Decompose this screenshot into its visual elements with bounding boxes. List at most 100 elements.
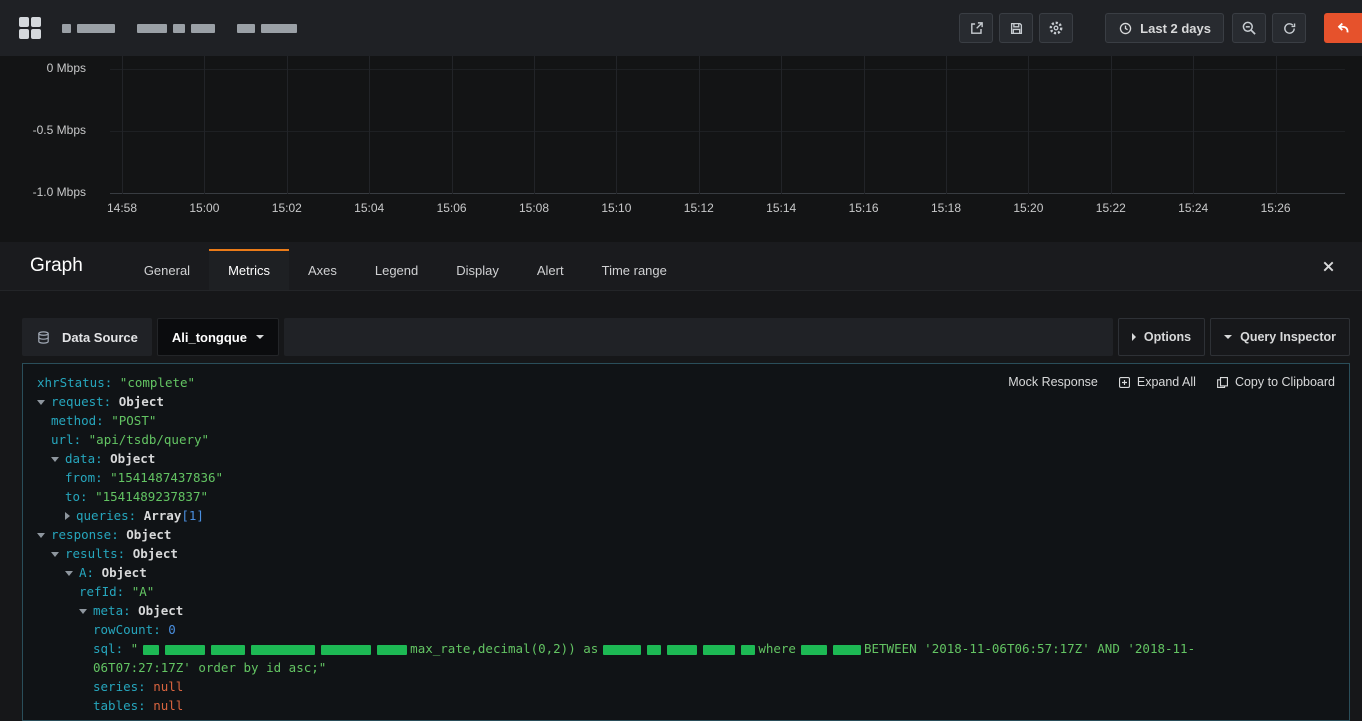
- refresh-icon: [1283, 22, 1295, 34]
- time-range-button[interactable]: Last 2 days: [1105, 13, 1224, 43]
- collapse-arrow-icon[interactable]: [79, 609, 87, 614]
- tab-alert[interactable]: Alert: [518, 249, 583, 290]
- redacted-text-group: [62, 23, 115, 33]
- options-toggle[interactable]: Options: [1117, 318, 1206, 356]
- tab-time-range[interactable]: Time range: [583, 249, 686, 290]
- json-key: to:: [65, 489, 96, 504]
- redacted-block: [62, 23, 71, 33]
- y-axis-label: -1.0 Mbps: [32, 185, 86, 199]
- x-gridline: [946, 56, 947, 194]
- grafana-app: Last 2 days 0 Mbps -0.5 Mbps -1.0 Mbps 1…: [0, 0, 1362, 721]
- refresh-button[interactable]: [1272, 13, 1306, 43]
- json-key: results:: [65, 546, 133, 561]
- settings-button[interactable]: [1039, 13, 1074, 43]
- back-to-dashboard-button[interactable]: [1324, 13, 1362, 43]
- x-axis-label: 15:06: [436, 201, 467, 215]
- expand-all-button[interactable]: Expand All: [1118, 375, 1196, 389]
- metrics-tab-content: Data Source Ali_tongque Options Query In…: [0, 291, 1362, 721]
- json-key: queries:: [76, 508, 144, 523]
- json-row-results[interactable]: results: Object: [23, 544, 1349, 563]
- expand-all-icon: [1118, 376, 1130, 388]
- json-key: data:: [65, 451, 111, 466]
- x-gridline: [534, 56, 535, 194]
- editor-header: Graph General Metrics Axes Legend Display Ale…: [0, 242, 1362, 291]
- mock-response-button[interactable]: Mock Response: [1008, 375, 1098, 389]
- json-row-request[interactable]: request: Object: [23, 392, 1349, 411]
- tab-metrics[interactable]: Metrics: [209, 249, 289, 290]
- x-axis-label: 15:22: [1095, 201, 1126, 215]
- json-key: method:: [51, 413, 112, 428]
- json-value: Object: [101, 565, 147, 580]
- json-row-queries[interactable]: queries: Array[1]: [23, 506, 1349, 525]
- redacted-block: [137, 23, 167, 33]
- collapse-arrow-icon[interactable]: [37, 533, 45, 538]
- x-axis-label: 15:12: [683, 201, 714, 215]
- json-value: BETWEEN '2018-11-06T06:57:17Z' AND '2018…: [863, 641, 1196, 656]
- redacted-sql-block: [703, 644, 736, 655]
- redacted-block: [77, 23, 115, 33]
- x-axis-label: 15:04: [354, 201, 385, 215]
- redacted-sql-block: [143, 644, 160, 655]
- json-value: null: [153, 679, 184, 694]
- datasource-label-segment: Data Source: [22, 318, 152, 356]
- collapse-arrow-icon[interactable]: [37, 400, 45, 405]
- tab-general[interactable]: General: [125, 249, 209, 290]
- collapse-arrow-icon[interactable]: [51, 552, 59, 557]
- query-inspector-toggle[interactable]: Query Inspector: [1210, 318, 1350, 356]
- tab-display[interactable]: Display: [437, 249, 518, 290]
- json-key: sql:: [93, 641, 131, 656]
- x-axis-label: 15:10: [601, 201, 632, 215]
- redacted-sql-block: [741, 644, 756, 655]
- json-key: response:: [51, 527, 127, 542]
- time-range-label: Last 2 days: [1140, 20, 1211, 36]
- x-axis-label: 15:14: [766, 201, 797, 215]
- grafana-logo-icon[interactable]: [18, 15, 44, 41]
- json-key: meta:: [93, 603, 139, 618]
- x-axis-label: 15:18: [930, 201, 962, 215]
- json-row-to: to: "1541489237837": [23, 487, 1349, 506]
- json-row-meta[interactable]: meta: Object: [23, 601, 1349, 620]
- query-row-spacer: [283, 318, 1113, 356]
- json-row-url: url: "api/tsdb/query": [23, 430, 1349, 449]
- chevron-down-icon: [255, 335, 264, 339]
- redacted-block: [237, 23, 255, 33]
- json-value: Object: [110, 451, 156, 466]
- json-row-A[interactable]: A: Object: [23, 563, 1349, 582]
- collapse-arrow-icon[interactable]: [65, 571, 73, 576]
- save-button[interactable]: [999, 13, 1034, 43]
- json-value: Array: [143, 508, 182, 523]
- graph-panel[interactable]: 0 Mbps -0.5 Mbps -1.0 Mbps 14:58 15:00 15:02 1…: [0, 56, 1362, 242]
- collapse-arrow-icon[interactable]: [51, 457, 59, 462]
- expand-arrow-icon[interactable]: [65, 512, 70, 520]
- tab-legend[interactable]: Legend: [356, 249, 437, 290]
- json-value: where: [758, 641, 796, 656]
- json-row-data[interactable]: data: Object: [23, 449, 1349, 468]
- redacted-text-group: [237, 23, 297, 33]
- datasource-label: Data Source: [62, 329, 138, 345]
- x-axis-label: 15:08: [518, 201, 550, 215]
- json-value: [1]: [181, 508, 204, 523]
- json-key: xhrStatus:: [37, 375, 120, 390]
- x-gridline: [616, 56, 618, 194]
- datasource-picker[interactable]: Ali_tongque: [156, 318, 279, 356]
- json-row-method: method: "POST": [23, 411, 1349, 430]
- copy-to-clipboard-button[interactable]: Copy to Clipboard: [1216, 375, 1335, 389]
- x-gridline: [286, 56, 288, 194]
- json-value: ": [130, 641, 139, 656]
- json-row-tables: tables: null: [23, 696, 1349, 715]
- close-editor-button[interactable]: [1321, 259, 1336, 274]
- database-icon: [38, 330, 49, 344]
- query-toolbar: Data Source Ali_tongque Options Query In…: [22, 318, 1350, 356]
- grafana-logo-icon: [19, 17, 41, 39]
- nav-actions: Last 2 days: [953, 13, 1362, 43]
- redacted-sql-block: [165, 644, 206, 655]
- json-value: null: [153, 698, 184, 713]
- tab-axes[interactable]: Axes: [289, 249, 356, 290]
- json-value: "api/tsdb/query": [88, 432, 210, 447]
- query-inspector-label: Query Inspector: [1240, 330, 1336, 344]
- share-button[interactable]: [959, 13, 994, 43]
- y-gridline: [110, 69, 1345, 70]
- zoom-out-button[interactable]: [1232, 13, 1266, 43]
- json-row-series: series: null: [23, 677, 1349, 696]
- json-row-response[interactable]: response: Object: [23, 525, 1349, 544]
